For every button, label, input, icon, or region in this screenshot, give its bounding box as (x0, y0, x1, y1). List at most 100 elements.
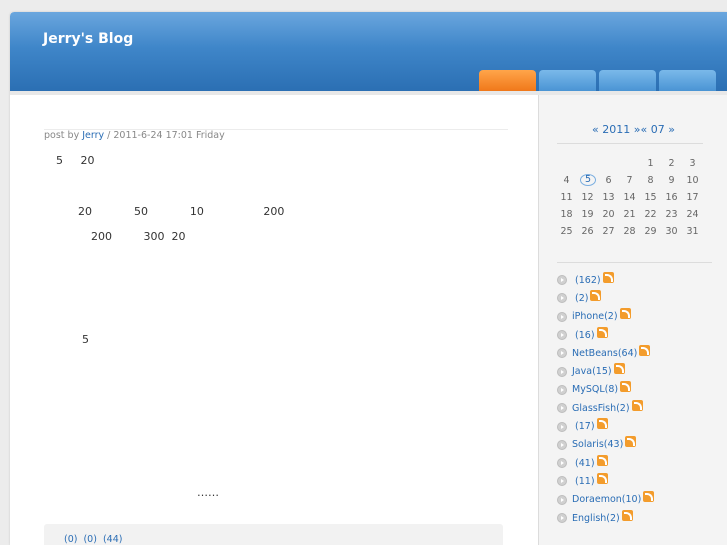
category-list: (162) (2) iPhone(2) (16) NetBeans(64) Java(… (557, 271, 655, 527)
category-label[interactable]: (16) (572, 330, 595, 341)
calendar-day (619, 155, 640, 172)
rss-feed-icon[interactable] (602, 271, 614, 283)
post-footer-link-2[interactable]: (0) (83, 534, 96, 545)
calendar-day: 31 (686, 226, 699, 237)
category-label[interactable]: Doraemon(10) (572, 494, 641, 505)
rss-feed-icon[interactable] (619, 308, 631, 320)
nav-tab-3[interactable] (599, 70, 656, 91)
main-content: post by Jerry / 2011-6-24 17:01 Friday 5… (10, 95, 538, 545)
category-label[interactable]: MySQL(8) (572, 384, 618, 395)
calendar-day: 3 (689, 158, 696, 169)
calendar-day: 2 (668, 158, 675, 169)
calendar-day: 17 (686, 192, 699, 203)
calendar-day: 24 (686, 209, 699, 220)
arrow-bullet-icon (557, 494, 567, 505)
category-item[interactable]: Solaris(43) (557, 436, 654, 454)
category-label[interactable]: iPhone(2) (572, 311, 618, 322)
rss-feed-icon[interactable] (596, 418, 608, 430)
category-label[interactable]: (2) (572, 293, 588, 304)
rss-feed-icon[interactable] (621, 509, 633, 521)
arrow-bullet-icon (557, 348, 567, 359)
sidebar: « 2011 »« 07 » 1 2 3 4 5 6 7 8 9 10 11 12 13 14 15 16 17… (538, 95, 727, 545)
calendar-day: 1 (647, 158, 654, 169)
nav-tab-2[interactable] (539, 70, 596, 91)
calendar-day: 12 (581, 192, 594, 203)
category-label[interactable]: English(2) (572, 513, 620, 524)
post-line-2: 20 50 10 200 (78, 205, 285, 218)
category-item[interactable]: Doraemon(10) (557, 491, 655, 509)
post-line-1: 5 20 (56, 154, 95, 167)
rss-feed-icon[interactable] (639, 344, 651, 356)
calendar-day-today[interactable]: 5 (580, 174, 596, 186)
category-label[interactable]: (41) (572, 458, 595, 469)
sidebar-divider (557, 262, 712, 263)
rss-feed-icon[interactable] (625, 436, 637, 448)
rss-feed-icon[interactable] (643, 491, 655, 503)
category-item[interactable]: (11) (557, 472, 654, 490)
calendar-day: 13 (602, 192, 615, 203)
post-meta: post by Jerry / 2011-6-24 17:01 Friday (44, 129, 508, 141)
category-item[interactable]: iPhone(2) (557, 308, 654, 326)
category-item[interactable]: NetBeans(64) (557, 344, 654, 362)
category-label[interactable]: NetBeans(64) (572, 348, 637, 359)
rss-feed-icon[interactable] (596, 454, 608, 466)
arrow-bullet-icon (557, 513, 567, 523)
arrow-bullet-icon (557, 330, 567, 341)
calendar-nav[interactable]: « 2011 »« 07 » (539, 123, 727, 136)
rss-feed-icon[interactable] (596, 472, 608, 484)
calendar-day: 9 (668, 175, 675, 186)
arrow-bullet-icon (557, 384, 567, 395)
category-label[interactable]: Solaris(43) (572, 439, 623, 450)
post-author-link[interactable]: Jerry (82, 130, 104, 141)
post-footer-link-1[interactable]: (0) (64, 534, 77, 545)
site-header: Jerry's Blog (10, 12, 727, 91)
category-label[interactable]: (11) (572, 476, 595, 487)
calendar-day: 25 (560, 226, 573, 237)
arrow-bullet-icon (557, 275, 567, 286)
calendar-day (556, 155, 577, 172)
rss-feed-icon[interactable] (620, 381, 632, 393)
calendar-day (598, 155, 619, 172)
category-label[interactable]: GlassFish(2) (572, 403, 630, 414)
category-item[interactable]: (41) (557, 454, 654, 472)
post-footer-links: (0) (0) (44) (64, 534, 128, 545)
category-item[interactable]: (162) (557, 271, 654, 289)
calendar-day: 4 (563, 175, 570, 186)
calendar-day: 15 (644, 192, 657, 203)
rss-feed-icon[interactable] (631, 399, 643, 411)
calendar-divider (557, 143, 703, 144)
blog-title[interactable]: Jerry's Blog (43, 31, 133, 47)
arrow-bullet-icon (557, 439, 567, 450)
post-footer-link-3[interactable]: (44) (103, 534, 123, 545)
category-label[interactable]: (162) (572, 275, 601, 286)
category-item[interactable]: (16) (557, 326, 654, 344)
rss-feed-icon[interactable] (596, 326, 608, 338)
post-line-3: 200 300 20 (91, 230, 186, 243)
post-footer: (0) (0) (44) (44, 524, 503, 545)
category-item[interactable]: Java(15) (557, 362, 654, 380)
calendar-day: 8 (647, 175, 654, 186)
arrow-bullet-icon (557, 311, 567, 322)
nav-tab-4[interactable] (659, 70, 716, 91)
category-item[interactable]: GlassFish(2) (557, 399, 654, 417)
arrow-bullet-icon (557, 421, 567, 432)
category-item[interactable]: MySQL(8) (557, 381, 654, 399)
nav-tabs (479, 70, 716, 91)
calendar-day: 10 (686, 175, 699, 186)
category-label[interactable]: (17) (572, 421, 595, 432)
rss-feed-icon[interactable] (613, 363, 625, 375)
category-item[interactable]: (17) (557, 417, 654, 435)
arrow-bullet-icon (557, 403, 567, 414)
category-item[interactable]: English(2) (557, 509, 654, 527)
calendar-day: 27 (602, 226, 615, 237)
rss-feed-icon[interactable] (590, 289, 602, 301)
nav-tab-1[interactable] (479, 70, 536, 91)
category-label[interactable]: Java(15) (572, 366, 612, 377)
calendar-day: 23 (665, 209, 678, 220)
post-meta-prefix: post by (44, 130, 83, 141)
calendar-day: 14 (623, 192, 636, 203)
post-read-more[interactable]: …… (197, 486, 219, 499)
post-meta-date: / 2011-6-24 17:01 Friday (104, 130, 225, 141)
category-item[interactable]: (2) (557, 289, 654, 307)
calendar-day: 6 (605, 175, 612, 186)
